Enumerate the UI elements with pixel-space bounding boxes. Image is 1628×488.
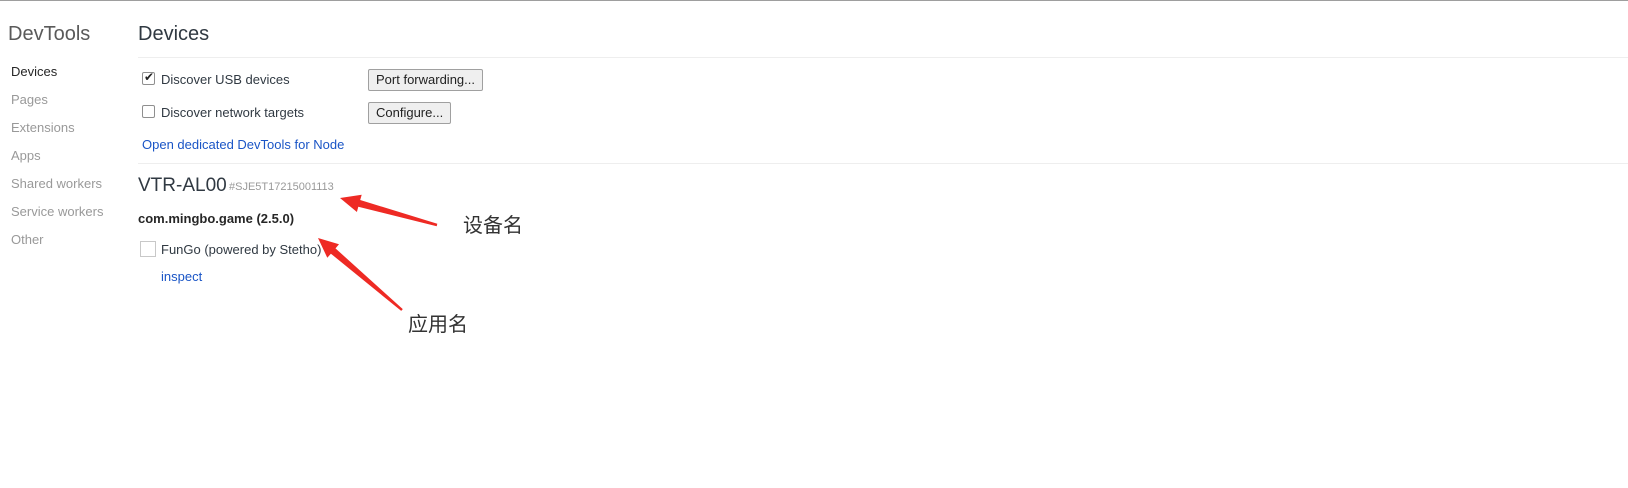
app-name-annotation: 应用名 bbox=[408, 312, 468, 336]
device-name-annotation: 设备名 bbox=[463, 213, 523, 237]
app-arrow bbox=[318, 238, 403, 311]
device-arrow bbox=[340, 194, 438, 227]
annotation-arrows bbox=[318, 194, 438, 311]
